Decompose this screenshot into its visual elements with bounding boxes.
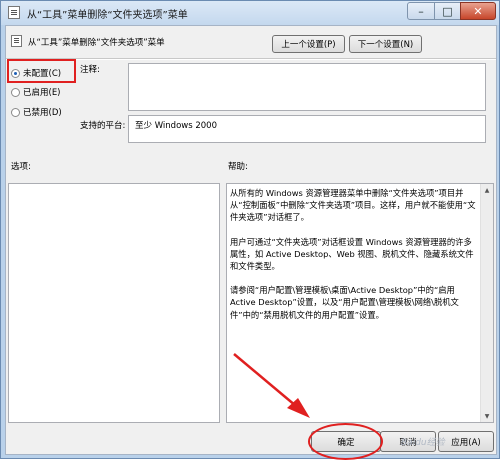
setting-name: 从“工具”菜单删除“文件夹选项”菜单 (28, 38, 165, 48)
help-paragraph: 从所有的 Windows 资源管理器菜单中删除“文件夹选项”项目并从“控制面板”… (230, 188, 476, 223)
comment-label: 注释: (80, 65, 100, 75)
options-label: 选项: (11, 162, 31, 172)
policy-dialog-window: 从“工具”菜单删除“文件夹选项”菜单 – □ ✕ 从“工具”菜单删除“文件夹选项… (0, 0, 500, 460)
help-pane[interactable]: 从所有的 Windows 资源管理器菜单中删除“文件夹选项”项目并从“控制面板”… (226, 183, 494, 423)
radio-label: 已启用(E) (23, 88, 61, 98)
help-paragraph: 请参阅“用户配置\管理模板\桌面\Active Desktop”中的“启用 Ac… (230, 285, 459, 320)
radio-label: 已禁用(D) (23, 108, 62, 118)
close-button[interactable]: ✕ (460, 2, 496, 20)
scroll-down-arrow-icon[interactable]: ▼ (481, 410, 493, 422)
watermark: Baidu经验 (401, 438, 445, 448)
help-text: 从所有的 Windows 资源管理器菜单中删除“文件夹选项”项目并从“控制面板”… (230, 187, 476, 333)
policy-setting-icon (11, 35, 22, 47)
options-pane (8, 183, 220, 423)
supported-platform-label: 支持的平台: (80, 121, 126, 131)
supported-platform-value: 至少 Windows 2000 (128, 115, 486, 143)
help-label: 帮助: (228, 162, 248, 172)
policy-setting-icon (8, 6, 20, 19)
next-setting-button[interactable]: 下一个设置(N) (349, 35, 422, 53)
radio-enabled[interactable]: 已启用(E) (11, 86, 61, 98)
comment-textarea[interactable] (128, 63, 486, 111)
previous-setting-button[interactable]: 上一个设置(P) (272, 35, 345, 53)
radio-indicator[interactable] (11, 87, 20, 97)
annotation-highlight-box (7, 59, 76, 83)
header-divider (6, 58, 496, 60)
minimize-button[interactable]: – (407, 2, 435, 20)
radio-indicator[interactable] (11, 107, 20, 117)
window-title: 从“工具”菜单删除“文件夹选项”菜单 (27, 10, 188, 21)
help-paragraph: 用户可通过“文件夹选项”对话框设置 Windows 资源管理器的许多属性，如 A… (230, 236, 474, 272)
scroll-up-arrow-icon[interactable]: ▲ (481, 184, 493, 196)
setting-header: 从“工具”菜单删除“文件夹选项”菜单 上一个设置(P) 下一个设置(N) (6, 26, 496, 58)
dialog-client-area: 从“工具”菜单删除“文件夹选项”菜单 上一个设置(P) 下一个设置(N) 未配置… (5, 25, 497, 460)
apply-button[interactable]: 应用(A) (438, 431, 494, 452)
maximize-button[interactable]: □ (434, 2, 461, 20)
title-bar[interactable]: 从“工具”菜单删除“文件夹选项”菜单 – □ ✕ (1, 1, 499, 25)
radio-disabled[interactable]: 已禁用(D) (11, 106, 62, 118)
help-scrollbar[interactable]: ▲ ▼ (480, 184, 493, 422)
annotation-highlight-ellipse (308, 423, 383, 460)
